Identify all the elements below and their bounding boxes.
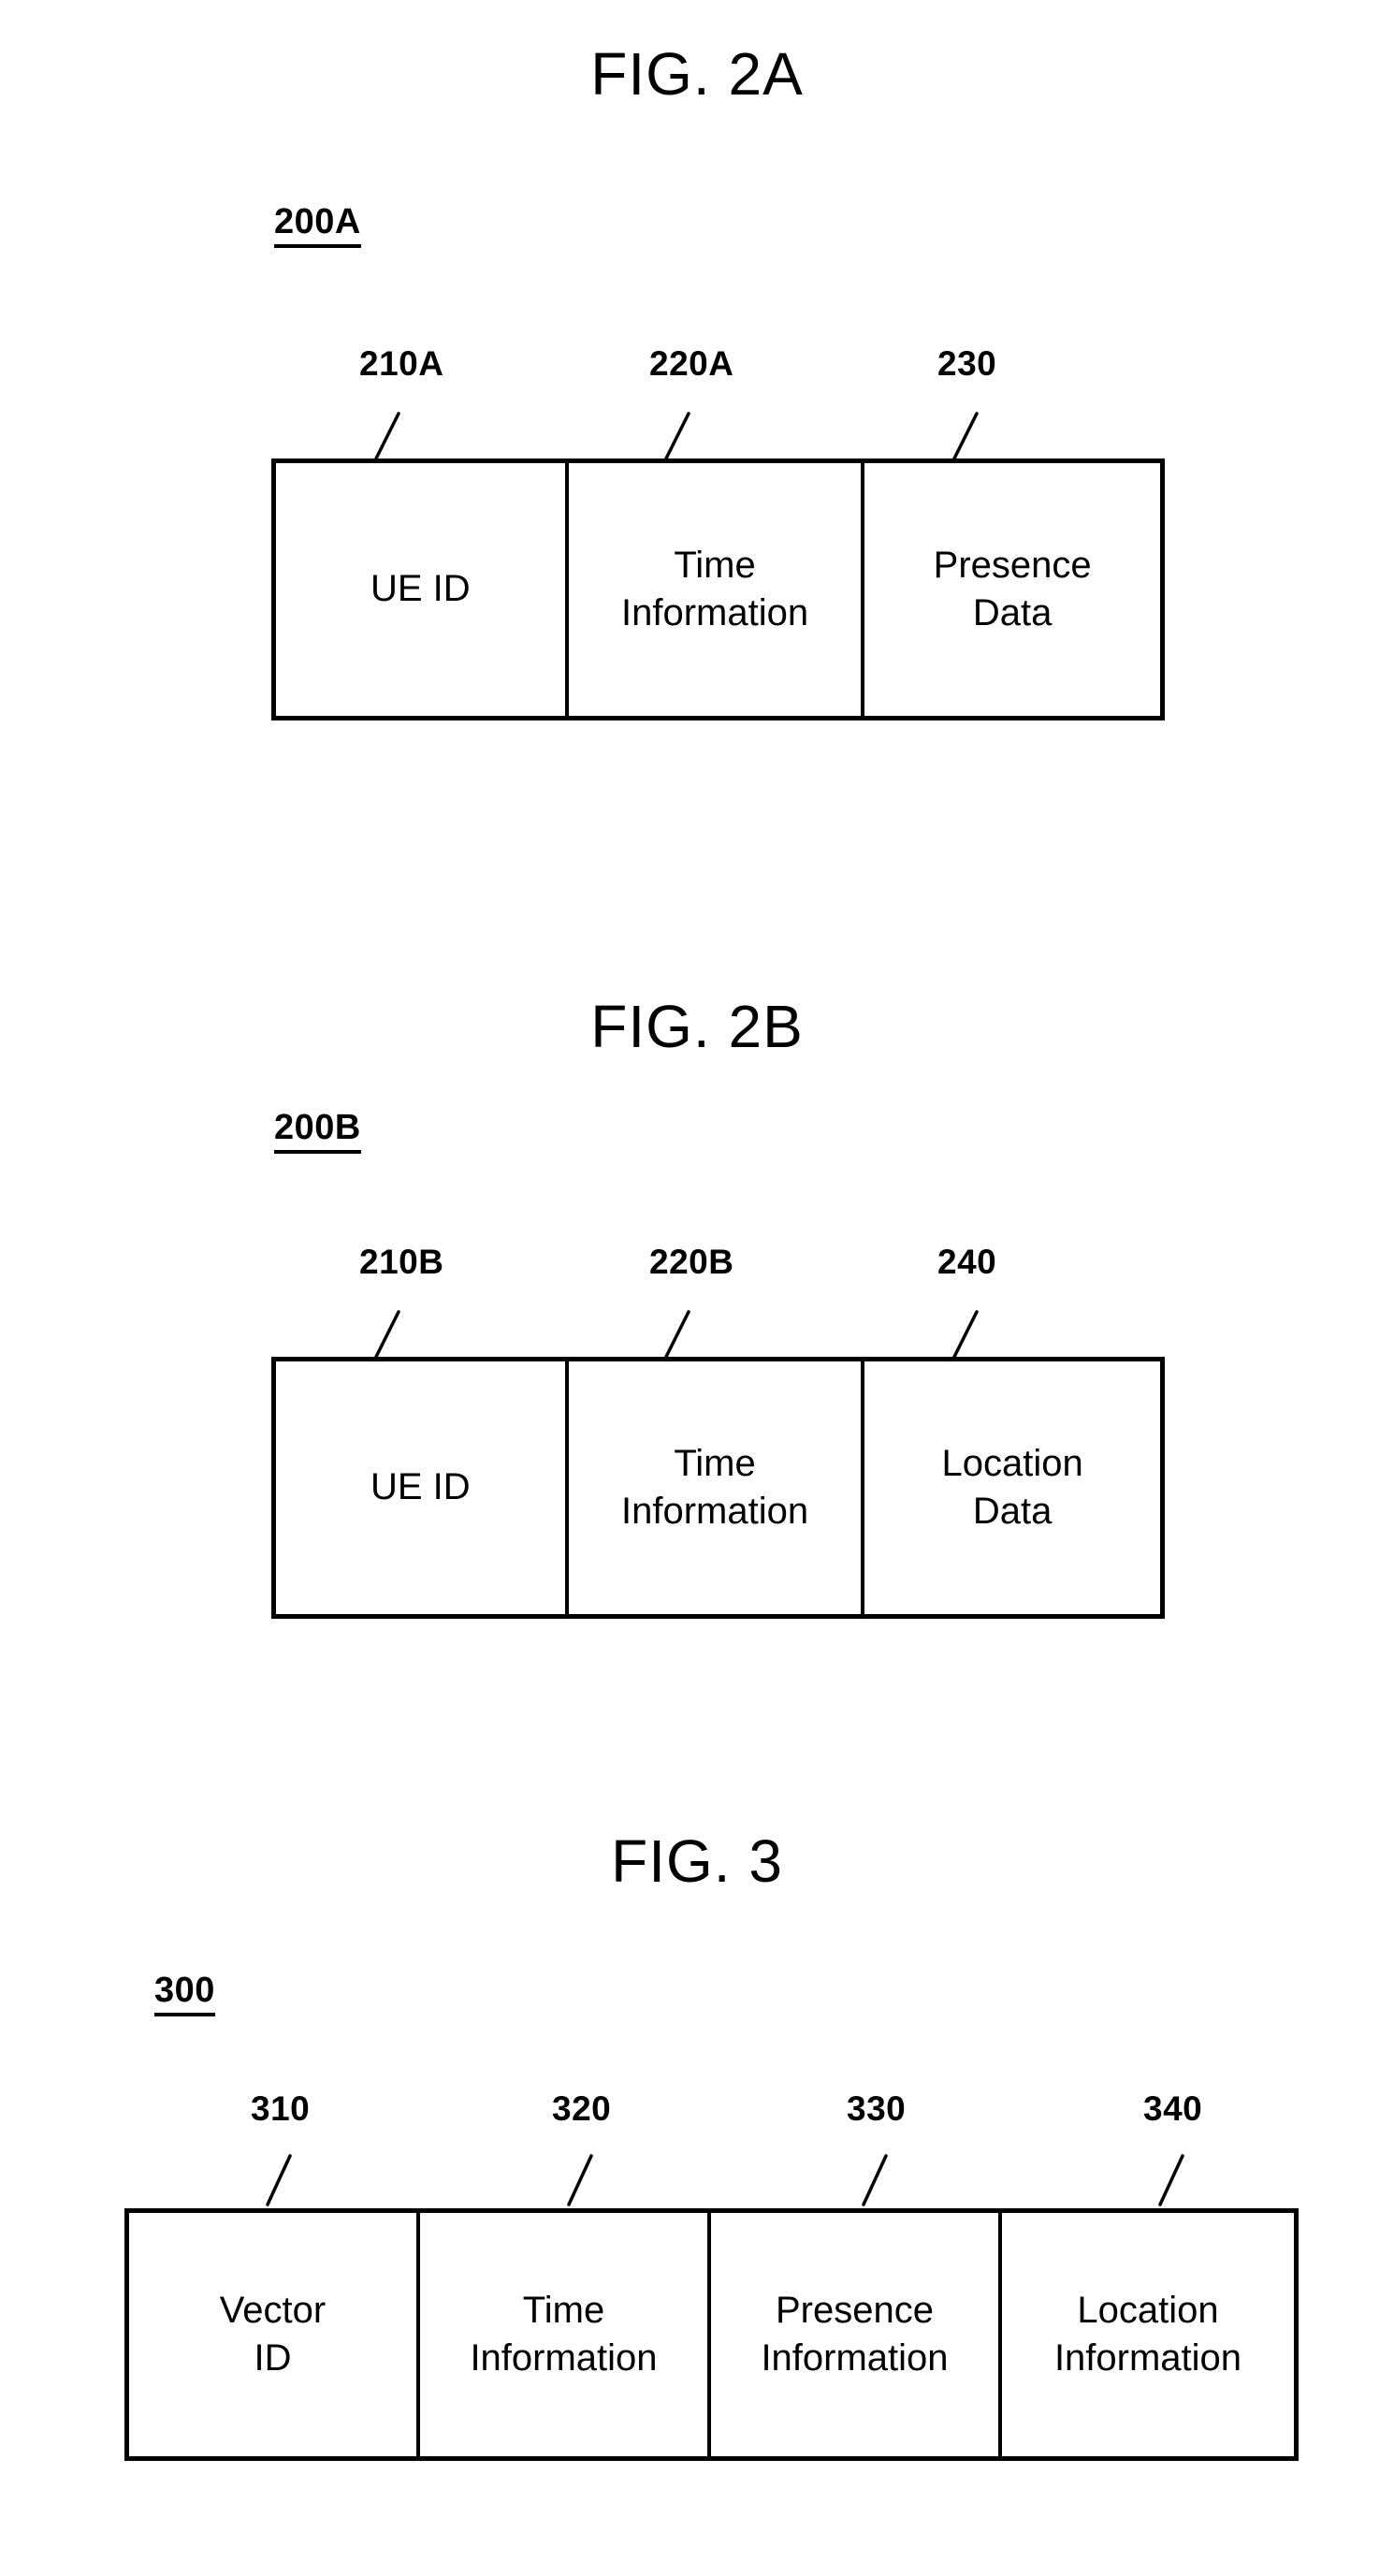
record-cell-label: Presence Data (933, 544, 1092, 633)
record-cell-location-information: Location Information (1002, 2213, 1294, 2456)
record-cell-presence-information: Presence Information (711, 2213, 1002, 2456)
callout-310: 310 (251, 2089, 311, 2128)
record-structure-300: Vector ID Time Information Presence Info… (124, 2208, 1299, 2461)
record-cell-label: Vector ID (219, 2289, 327, 2379)
callout-340: 340 (1143, 2089, 1203, 2128)
record-cell-presence-data: Presence Data (864, 463, 1160, 716)
record-cell-label: Time Information (470, 2289, 658, 2379)
record-cell-label: Time Information (620, 544, 809, 633)
figure-2b-title: FIG. 2B (590, 993, 804, 1060)
callout-210a: 210A (359, 344, 444, 383)
leader-line-220b (662, 1310, 694, 1359)
record-cell-time-information: Time Information (569, 1361, 865, 1614)
leader-line-310 (264, 2154, 296, 2206)
record-cell-time-information: Time Information (420, 2213, 711, 2456)
leader-line-320 (565, 2154, 597, 2206)
figure-3-reference-numeral: 300 (154, 1972, 215, 2016)
record-cell-label: UE ID (370, 1466, 471, 1508)
record-cell-label: Presence Information (761, 2289, 949, 2379)
callout-240: 240 (937, 1243, 997, 1281)
leader-line-220a (662, 412, 694, 460)
record-structure-200b: UE ID Time Information Location Data (271, 1357, 1165, 1619)
callout-220a: 220A (649, 344, 734, 383)
record-cell-ue-id: UE ID (276, 1361, 569, 1614)
callout-330: 330 (847, 2089, 907, 2128)
leader-line-240 (951, 1310, 982, 1359)
figure-2a-reference-numeral: 200A (274, 203, 361, 248)
callout-220b: 220B (649, 1243, 734, 1281)
record-cell-ue-id: UE ID (276, 463, 569, 716)
figure-2b-reference-numeral: 200B (274, 1109, 361, 1154)
record-cell-time-information: Time Information (569, 463, 865, 716)
record-cell-label: UE ID (370, 568, 471, 610)
record-cell-label: Location Information (1053, 2289, 1242, 2379)
leader-line-230 (951, 412, 982, 460)
leader-line-330 (860, 2154, 892, 2206)
leader-line-210a (372, 412, 404, 460)
record-cell-label: Time Information (620, 1442, 809, 1532)
record-cell-label: Location Data (941, 1442, 1083, 1532)
callout-210b: 210B (359, 1243, 444, 1281)
leader-line-340 (1156, 2154, 1188, 2206)
record-cell-vector-id: Vector ID (129, 2213, 420, 2456)
callout-230: 230 (937, 344, 997, 383)
record-cell-location-data: Location Data (864, 1361, 1160, 1614)
leader-line-210b (372, 1310, 404, 1359)
figure-2a-title: FIG. 2A (590, 40, 804, 108)
record-structure-200a: UE ID Time Information Presence Data (271, 458, 1165, 720)
callout-320: 320 (552, 2089, 612, 2128)
figure-3-title: FIG. 3 (611, 1827, 783, 1895)
